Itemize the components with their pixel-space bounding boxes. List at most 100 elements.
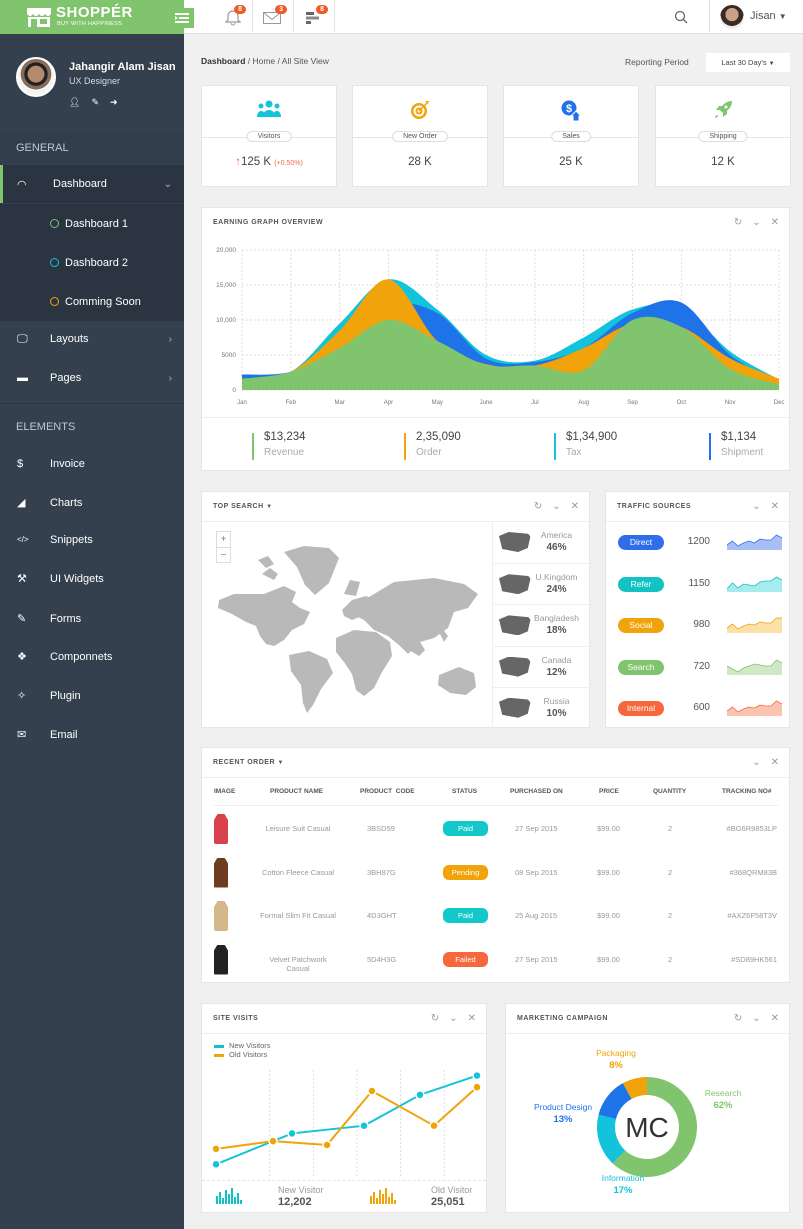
- traffic-sparkline: [727, 576, 783, 592]
- product-image: [214, 857, 228, 888]
- sidebar-item-pages[interactable]: ▬ Pages ›: [0, 359, 184, 397]
- breadcrumb-path[interactable]: / Home / All Site View: [245, 56, 329, 66]
- user-menu[interactable]: Jisan ▼: [750, 10, 787, 22]
- sidebar-subitem-dashboard-1[interactable]: Dashboard 1: [0, 204, 184, 243]
- marketing-donut-chart: MC Research 62% Information 17% Product Desig…: [534, 1048, 742, 1196]
- panel-header: MARKETING CAMPAIGN ↻ ⌄ ✕: [506, 1004, 789, 1034]
- traffic-source-badge[interactable]: Direct: [618, 535, 664, 550]
- traffic-source-badge[interactable]: Refer: [618, 576, 664, 592]
- user-icon[interactable]: 👤︎: [69, 97, 80, 108]
- summary-label: Order: [416, 447, 442, 458]
- sidebar-subitem-dashboard-2[interactable]: Dashboard 2: [0, 243, 184, 282]
- task-count-badge: 8: [316, 5, 328, 14]
- refresh-icon[interactable]: ↻: [734, 217, 742, 228]
- country-row: Russia 10%: [492, 686, 590, 728]
- data-point: [211, 1144, 221, 1154]
- brand-name: SHOPPÉR: [56, 4, 133, 21]
- traffic-source-value: 720: [693, 660, 710, 672]
- sidebar-item-dashboard[interactable]: ◠ Dashboard ⌄: [0, 165, 184, 203]
- traffic-source-badge[interactable]: Internal: [618, 701, 664, 717]
- edit-icon[interactable]: ✎: [91, 97, 99, 108]
- product-name: Velvet Patchwork Casual: [269, 954, 327, 973]
- panel-title[interactable]: TOP SEARCH ▼: [213, 503, 273, 510]
- sidebar-item-invoice[interactable]: $ Invoice: [0, 444, 184, 483]
- circle-icon: [50, 219, 59, 228]
- sidebar-item-layouts[interactable]: 🖵︎ Layouts ›: [0, 320, 184, 358]
- sidebar-toggle-button[interactable]: [172, 8, 194, 28]
- table-row[interactable]: Cotton Fleece Casual 3BH87G Pending 08 Sep …: [202, 857, 791, 896]
- collapse-icon[interactable]: ⌄: [752, 501, 760, 512]
- table-row[interactable]: Leisure Suit Casual 3BSD59 Paid 27 Sep 2015…: [202, 814, 791, 852]
- stat-label: Shipping: [698, 131, 748, 142]
- panel-title[interactable]: RECENT ORDER ▼: [213, 759, 284, 766]
- refresh-icon[interactable]: ↻: [734, 1013, 742, 1024]
- line-series-old-visitors: [215, 1086, 478, 1150]
- world-map[interactable]: [214, 540, 484, 715]
- search-icon[interactable]: [674, 10, 688, 24]
- quantity: 2: [668, 911, 673, 920]
- traffic-source-badge[interactable]: Social: [618, 618, 664, 634]
- sidebar-item-snippets[interactable]: </> Snippets: [0, 520, 184, 559]
- data-point: [415, 1090, 425, 1100]
- traffic-source-badge[interactable]: Search: [618, 659, 664, 675]
- product-image: [214, 901, 228, 931]
- refresh-icon[interactable]: ↻: [431, 1013, 439, 1024]
- panel-title: SITE VISITS: [213, 1015, 259, 1022]
- close-icon[interactable]: ✕: [771, 757, 779, 768]
- sidebar-section-elements: ELEMENTS: [16, 421, 76, 433]
- reporting-period-select[interactable]: Last 30 Day's ▼: [706, 53, 790, 72]
- table-row[interactable]: Velvet Patchwork Casual 5D4H3G Failed 27 Se…: [202, 944, 791, 983]
- message-count-badge: 3: [275, 5, 287, 14]
- collapse-icon[interactable]: ⌄: [752, 757, 760, 768]
- notifications-button[interactable]: 8: [212, 0, 253, 34]
- divider: [202, 417, 789, 418]
- sidebar-item-email[interactable]: ✉ Email: [0, 715, 184, 754]
- close-icon[interactable]: ✕: [571, 501, 579, 512]
- stat-card-new-order: New Order 28 K: [352, 85, 488, 187]
- close-icon[interactable]: ✕: [771, 501, 779, 512]
- sidebar-item-componnets[interactable]: ❖ Componnets: [0, 637, 184, 676]
- collapse-icon[interactable]: ⌄: [752, 217, 760, 228]
- caret-down-icon: ▼: [778, 12, 787, 21]
- brand-tagline: BUY WITH HAPPINESS: [57, 21, 123, 27]
- price: $99.00: [597, 867, 620, 877]
- messages-button[interactable]: 3: [253, 0, 294, 34]
- traffic-source-value: 1150: [688, 577, 710, 589]
- close-icon[interactable]: ✕: [771, 1013, 779, 1024]
- close-icon[interactable]: ✕: [468, 1013, 476, 1024]
- breadcrumb-current[interactable]: Dashboard: [201, 56, 245, 66]
- panel-header: SITE VISITS ↻ ⌄ ✕: [202, 1004, 486, 1034]
- country-percent: 18%: [546, 625, 567, 637]
- country-percent: 24%: [546, 584, 567, 596]
- quantity: 2: [668, 824, 673, 833]
- menu-toggle-icon: [175, 13, 189, 23]
- collapse-icon[interactable]: ⌄: [449, 1013, 457, 1024]
- sidebar-item-ui-widgets[interactable]: ⚒ UI Widgets: [0, 559, 184, 598]
- stat-label: New Order: [392, 131, 448, 142]
- bar-mini-chart-icon: [370, 1188, 396, 1204]
- collapse-icon[interactable]: ⌄: [552, 501, 560, 512]
- profile-avatar[interactable]: [16, 57, 56, 97]
- status-badge: Failed: [443, 951, 488, 967]
- column-header: TRACKING NO#: [722, 788, 772, 795]
- sidebar-item-forms[interactable]: ✎ Forms: [0, 599, 184, 638]
- sidebar-subitem-comming-soon[interactable]: Comming Soon: [0, 282, 184, 321]
- collapse-icon[interactable]: ⌄: [752, 1013, 760, 1024]
- brand-logo[interactable]: SHOPPÉR BUY WITH HAPPINESS: [0, 0, 184, 34]
- user-avatar[interactable]: [720, 5, 744, 29]
- tasks-button[interactable]: 8: [294, 0, 335, 34]
- x-tick-label: June: [480, 400, 494, 406]
- logout-icon[interactable]: ➜: [110, 97, 118, 108]
- quantity: 2: [668, 954, 673, 964]
- sidebar-item-plugin[interactable]: ✧ Plugin: [0, 676, 184, 715]
- refresh-icon[interactable]: ↻: [534, 501, 542, 512]
- close-icon[interactable]: ✕: [771, 217, 779, 228]
- y-tick-label: 0: [232, 387, 236, 394]
- marketing-campaign-panel: MARKETING CAMPAIGN ↻ ⌄ ✕ MC Research 62% Info…: [505, 1003, 790, 1213]
- tracking-number: #AXZ6F58T3V: [727, 911, 777, 920]
- table-row[interactable]: Formal Slim Fit Casual 4D3GHT Paid 25 Aug 2…: [202, 901, 791, 939]
- summary-color-bar: [404, 433, 406, 460]
- sidebar-item-charts[interactable]: ◢ Charts: [0, 483, 184, 522]
- country-row: U.Kingdom 24%: [492, 563, 590, 605]
- reporting-period-label: Reporting Period: [625, 57, 689, 67]
